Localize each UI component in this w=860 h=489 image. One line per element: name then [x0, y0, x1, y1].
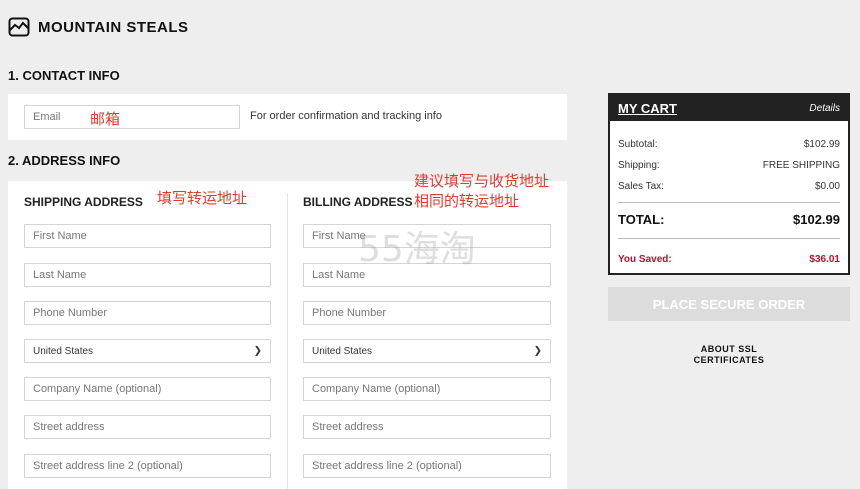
- shipping-annotation: 填写转运地址: [157, 190, 248, 207]
- billing-street-field[interactable]: Street address: [303, 415, 551, 439]
- shipping-last-name-field[interactable]: Last Name: [24, 263, 271, 287]
- total-value: $102.99: [793, 212, 840, 227]
- shipping-value: FREE SHIPPING: [762, 160, 840, 171]
- chevron-down-icon: ❯: [253, 345, 262, 357]
- placeholder: Phone Number: [33, 307, 107, 319]
- placeholder: Street address: [33, 421, 105, 433]
- shipping-street2-field[interactable]: Street address line 2 (optional): [24, 454, 271, 478]
- cart-summary: MY CART Details Subtotal: $102.99 Shippi…: [608, 93, 850, 275]
- placeholder: Company Name (optional): [33, 383, 162, 395]
- tax-value: $0.00: [814, 181, 840, 192]
- address-section-title: 2. ADDRESS INFO: [8, 153, 121, 168]
- placeholder: Street address line 2 (optional): [312, 460, 462, 472]
- saved-row: You Saved: $36.01: [618, 254, 840, 265]
- billing-heading: BILLING ADDRESS: [303, 195, 413, 209]
- placeholder: Phone Number: [312, 307, 386, 319]
- address-panel: SHIPPING ADDRESS First Name Last Name Ph…: [8, 181, 567, 489]
- shipping-heading: SHIPPING ADDRESS: [24, 195, 143, 209]
- ssl-line1: ABOUT SSL: [700, 344, 758, 354]
- billing-annotation-line2: 相同的转运地址: [414, 193, 520, 210]
- billing-annotation-line1: 建议填写与收货地址: [414, 173, 550, 190]
- ssl-line2: CERTIFICATES: [693, 355, 765, 365]
- selected-country: United States: [33, 345, 94, 357]
- column-divider: [287, 193, 288, 489]
- billing-street2-field[interactable]: Street address line 2 (optional): [303, 454, 551, 478]
- selected-country: United States: [312, 345, 373, 357]
- tax-label: Sales Tax:: [618, 181, 664, 192]
- email-placeholder: Email: [33, 111, 61, 123]
- email-field[interactable]: Email: [24, 105, 240, 129]
- chevron-down-icon: ❯: [533, 345, 542, 357]
- brand-name[interactable]: MOUNTAIN STEALS: [38, 19, 189, 36]
- cart-title[interactable]: MY CART: [618, 101, 677, 116]
- tax-row: Sales Tax: $0.00: [618, 181, 840, 192]
- shipping-label: Shipping:: [618, 160, 660, 171]
- placeholder: Last Name: [33, 269, 87, 281]
- subtotal-label: Subtotal:: [618, 139, 658, 150]
- billing-phone-field[interactable]: Phone Number: [303, 301, 551, 325]
- cart-details-link[interactable]: Details: [809, 103, 840, 114]
- placeholder: Street address: [312, 421, 384, 433]
- ssl-certificates-link[interactable]: ABOUT SSL CERTIFICATES: [608, 344, 850, 366]
- cart-header: MY CART Details: [610, 95, 848, 121]
- email-hint: For order confirmation and tracking info: [250, 110, 442, 122]
- shipping-first-name-field[interactable]: First Name: [24, 224, 271, 248]
- billing-company-field[interactable]: Company Name (optional): [303, 377, 551, 401]
- saved-value: $36.01: [809, 254, 840, 265]
- saved-label: You Saved:: [618, 254, 672, 265]
- subtotal-row: Subtotal: $102.99: [618, 139, 840, 150]
- shipping-row: Shipping: FREE SHIPPING: [618, 160, 840, 171]
- placeholder: Company Name (optional): [312, 383, 441, 395]
- placeholder: First Name: [33, 230, 87, 242]
- email-annotation: 邮箱: [90, 111, 121, 128]
- contact-section-title: 1. CONTACT INFO: [8, 68, 120, 83]
- site-header: MOUNTAIN STEALS: [8, 16, 189, 38]
- total-label: TOTAL:: [618, 212, 665, 227]
- cart-divider: [618, 202, 840, 203]
- placeholder: Street address line 2 (optional): [33, 460, 183, 472]
- shipping-phone-field[interactable]: Phone Number: [24, 301, 271, 325]
- watermark: 55海淘: [358, 229, 476, 270]
- billing-country-select[interactable]: United States ❯: [303, 339, 551, 363]
- shipping-company-field[interactable]: Company Name (optional): [24, 377, 271, 401]
- cart-divider: [618, 238, 840, 239]
- shipping-street-field[interactable]: Street address: [24, 415, 271, 439]
- shipping-country-select[interactable]: United States ❯: [24, 339, 271, 363]
- total-row: TOTAL: $102.99: [618, 212, 840, 227]
- subtotal-value: $102.99: [803, 139, 840, 150]
- place-order-button[interactable]: PLACE SECURE ORDER: [608, 287, 850, 321]
- mountain-logo-icon[interactable]: [8, 16, 30, 38]
